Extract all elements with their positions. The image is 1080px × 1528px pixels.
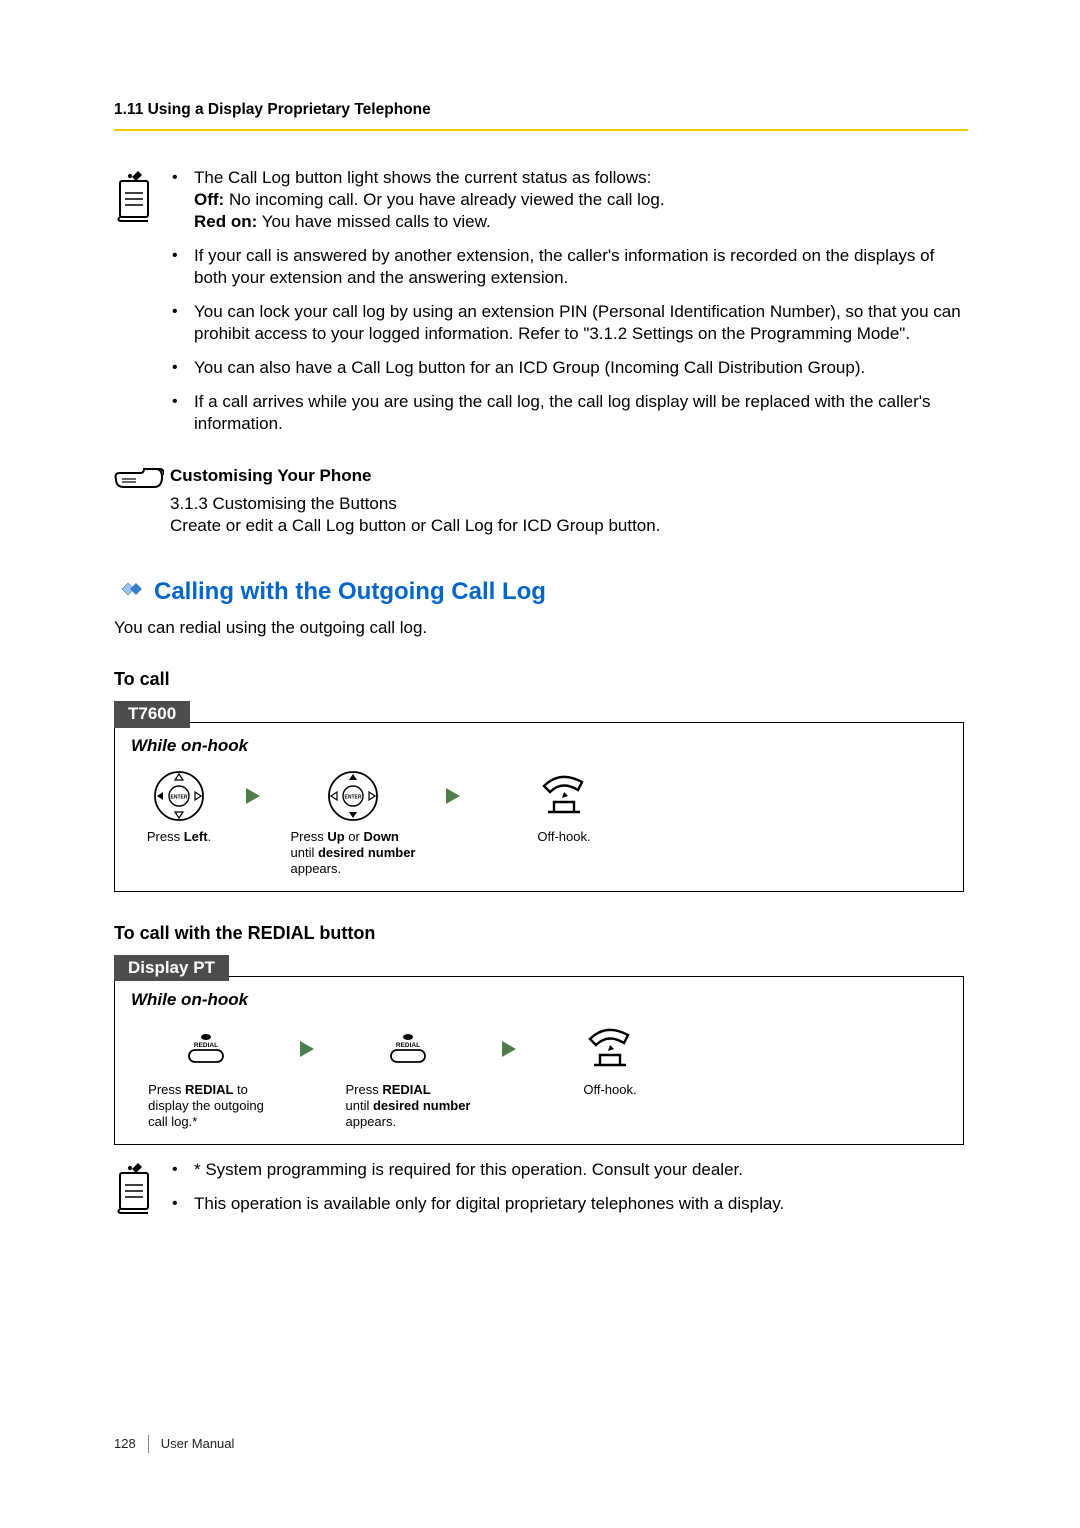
state-label: While on-hook <box>131 735 947 756</box>
note-text: You can also have a Call Log button for … <box>194 357 968 379</box>
procedure-box-display-pt: Display PT While on-hook REDIAL <box>114 976 964 1145</box>
step-label: Press Left. <box>147 829 211 845</box>
customising-desc: Create or edit a Call Log button or Call… <box>170 516 660 535</box>
note-text: The Call Log button light shows the curr… <box>194 168 651 187</box>
step-label: Off-hook. <box>537 829 590 845</box>
note-text: You can lock your call log by using an e… <box>194 301 968 345</box>
subheading-to-call-redial: To call with the REDIAL button <box>114 922 968 945</box>
svg-text:ENTER: ENTER <box>345 794 362 800</box>
step-label: Press REDIAL to display the outgoing cal… <box>148 1082 264 1130</box>
redial-button-icon: REDIAL <box>385 1022 431 1076</box>
note-icon <box>114 167 170 447</box>
customising-title: Customising Your Phone <box>170 465 968 486</box>
notes-list: • The Call Log button light shows the cu… <box>170 167 968 447</box>
page-number: 128 <box>114 1436 148 1452</box>
note-text: * System programming is required for thi… <box>194 1159 968 1181</box>
note-red-label: Red on: <box>194 212 257 231</box>
step-label: Press REDIAL until desired number appear… <box>346 1082 471 1130</box>
doc-title: User Manual <box>161 1436 235 1452</box>
svg-text:ENTER: ENTER <box>171 794 188 800</box>
navigator-pad-icon: ENTER <box>327 769 379 823</box>
note-text: If your call is answered by another exte… <box>194 245 968 289</box>
procedure-tag: Display PT <box>114 955 229 981</box>
state-label: While on-hook <box>131 989 947 1010</box>
arrow-icon <box>491 1022 527 1076</box>
procedure-box-t7600: T7600 While on-hook ENTER <box>114 722 964 891</box>
note-red-text: You have missed calls to view. <box>257 212 490 231</box>
heading-outgoing-call-log: Calling with the Outgoing Call Log <box>154 577 546 607</box>
note-off-text: No incoming call. Or you have already vi… <box>224 190 664 209</box>
intro-text: You can redial using the outgoing call l… <box>114 617 968 638</box>
procedure-tag: T7600 <box>114 701 190 727</box>
svg-text:REDIAL: REDIAL <box>396 1042 420 1049</box>
arrow-icon <box>435 769 471 823</box>
pointing-hand-icon <box>114 465 170 536</box>
diamond-bullets-icon <box>114 579 148 604</box>
subheading-to-call: To call <box>114 668 968 691</box>
svg-text:REDIAL: REDIAL <box>194 1042 218 1049</box>
redial-button-icon: REDIAL <box>183 1022 229 1076</box>
step-label: Off-hook. <box>583 1082 636 1098</box>
customising-ref: 3.1.3 Customising the Buttons <box>170 494 397 513</box>
step-label: Press Up or Down until desired number ap… <box>291 829 416 877</box>
navigator-pad-icon: ENTER <box>153 769 205 823</box>
note-text: This operation is available only for dig… <box>194 1193 968 1215</box>
off-hook-icon <box>580 1022 640 1076</box>
note-text: If a call arrives while you are using th… <box>194 391 968 435</box>
header-rule <box>114 129 968 131</box>
off-hook-icon <box>534 769 594 823</box>
section-header: 1.11 Using a Display Proprietary Telepho… <box>114 100 968 119</box>
arrow-icon <box>289 1022 325 1076</box>
arrow-icon <box>235 769 271 823</box>
note-icon <box>114 1159 170 1227</box>
note-off-label: Off: <box>194 190 224 209</box>
notes-list: •* System programming is required for th… <box>170 1159 968 1227</box>
footer-separator <box>148 1435 149 1453</box>
